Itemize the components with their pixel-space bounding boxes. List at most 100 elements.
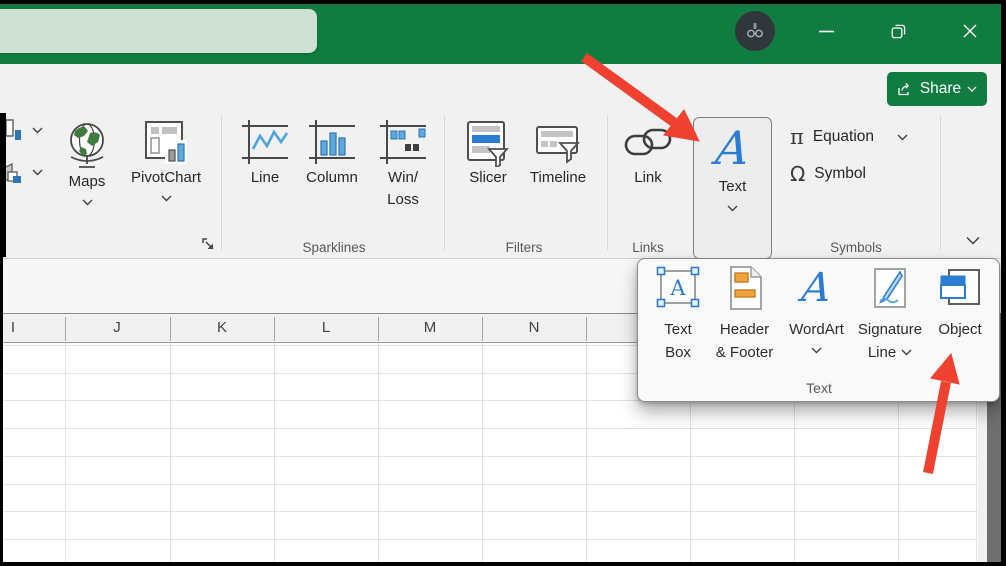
menu-item-label: Text xyxy=(664,321,692,338)
group-divider xyxy=(444,116,445,250)
grid-line-horizontal xyxy=(0,484,978,485)
grid-line-vertical xyxy=(586,343,587,562)
sparkline-line-button[interactable]: Line xyxy=(238,119,292,189)
menu-item-header-footer[interactable]: Header & Footer xyxy=(707,265,782,364)
grid-line-vertical xyxy=(170,343,171,562)
dialog-launcher-icon xyxy=(202,238,214,250)
menu-item-signature-line[interactable]: Signature Line xyxy=(851,265,929,364)
signature-line-icon xyxy=(874,268,906,308)
symbol-button[interactable]: Ω Symbol xyxy=(790,161,910,187)
chevron-down-icon xyxy=(897,134,908,140)
text-button-label: Text xyxy=(718,178,747,195)
window-edge-right xyxy=(1001,0,1006,566)
slicer-label: Slicer xyxy=(469,169,507,186)
glasses-icon xyxy=(747,23,763,38)
link-icon xyxy=(624,128,672,156)
sparkline-line-icon xyxy=(242,120,289,164)
grid-line-horizontal xyxy=(0,456,978,457)
pivotchart-button[interactable]: PivotChart xyxy=(120,119,212,202)
grid-line-vertical xyxy=(482,343,483,562)
sparkline-winloss-icon xyxy=(380,120,426,164)
grid-line-horizontal xyxy=(0,539,978,540)
chevron-down-icon xyxy=(32,127,43,134)
menu-item-label: Line xyxy=(868,341,912,364)
column-header[interactable]: L xyxy=(304,319,348,336)
timeline-icon xyxy=(536,126,580,164)
filters-group-label: Filters xyxy=(505,240,543,255)
slicer-button[interactable]: Slicer xyxy=(461,119,515,189)
menu-item-label: Header xyxy=(719,321,770,338)
menu-item-wordart[interactable]: A WordArt xyxy=(780,265,853,354)
restore-icon xyxy=(891,24,905,38)
minimize-icon xyxy=(818,30,834,32)
sparkline-winloss-button[interactable]: Win/ Loss xyxy=(374,119,432,211)
collapse-ribbon-button[interactable] xyxy=(960,230,986,250)
pivotchart-label: PivotChart xyxy=(130,169,202,186)
sparklines-group-label: Sparklines xyxy=(302,240,366,255)
header-column-divider xyxy=(482,317,483,341)
svg-text:A: A xyxy=(669,276,686,300)
symbol-label: Symbol xyxy=(814,165,866,182)
window-edge-bottom xyxy=(0,562,1006,566)
text-dropdown-menu: A Text Box Header & Footer A WordArt Sig… xyxy=(637,258,1000,402)
menu-item-label: & Footer xyxy=(715,344,774,361)
grid-line-horizontal xyxy=(0,428,978,429)
sparkline-winloss-label-1: Win/ xyxy=(388,169,418,186)
chart-type-button-partial[interactable] xyxy=(0,158,46,188)
close-icon xyxy=(963,24,977,38)
grid-line-horizontal xyxy=(0,511,978,512)
close-button[interactable] xyxy=(952,14,988,48)
chevron-down-icon xyxy=(161,195,171,202)
chevron-down-icon xyxy=(32,169,43,176)
minimize-button[interactable] xyxy=(808,14,844,48)
header-footer-icon xyxy=(729,266,762,310)
group-divider xyxy=(940,116,941,250)
charts-dialog-launcher[interactable] xyxy=(202,238,218,254)
link-label: Link xyxy=(634,169,662,186)
maps-button[interactable]: Maps xyxy=(58,119,116,206)
header-column-divider xyxy=(586,317,587,341)
column-header[interactable]: J xyxy=(95,319,139,336)
account-avatar[interactable] xyxy=(735,11,775,51)
chevron-down-icon xyxy=(82,199,92,206)
grid-line-vertical xyxy=(274,343,275,562)
timeline-button[interactable]: Timeline xyxy=(521,119,595,189)
column-header[interactable]: M xyxy=(408,319,452,336)
chevron-down-icon xyxy=(727,205,738,212)
column-header[interactable]: N xyxy=(512,319,556,336)
menu-item-label: Box xyxy=(665,344,691,361)
menu-item-label: Line xyxy=(867,344,897,361)
menu-item-object[interactable]: Object xyxy=(928,265,992,341)
maps-label: Maps xyxy=(68,173,106,190)
text-box-icon: A xyxy=(656,266,700,308)
chevron-down-icon xyxy=(966,236,980,245)
share-button[interactable]: Share xyxy=(887,72,987,106)
search-input[interactable] xyxy=(0,9,317,53)
header-column-divider xyxy=(378,317,379,341)
chart-type-button-partial[interactable] xyxy=(0,118,46,148)
chevron-down-icon xyxy=(967,86,977,92)
pivotchart-icon xyxy=(145,121,187,164)
column-header[interactable]: I xyxy=(0,319,35,336)
excel-window: Share Maps PivotChart Line Column Win/ L… xyxy=(0,0,1006,566)
chevron-down-icon xyxy=(901,349,912,356)
symbols-group-label: Symbols xyxy=(830,240,882,255)
sparkline-line-label: Line xyxy=(250,169,280,186)
grid-line-vertical xyxy=(378,343,379,562)
group-divider xyxy=(221,116,222,250)
grid-line-vertical xyxy=(65,343,66,562)
link-button[interactable]: Link xyxy=(622,119,674,189)
menu-item-text-box[interactable]: A Text Box xyxy=(648,265,708,364)
timeline-label: Timeline xyxy=(529,169,587,186)
sparkline-column-button[interactable]: Column xyxy=(298,119,366,189)
equation-button[interactable]: π Equation xyxy=(790,124,930,150)
symbol-icon: Ω xyxy=(790,162,806,186)
window-edge-left-wide xyxy=(0,113,6,257)
share-icon xyxy=(898,82,909,95)
window-edge-top xyxy=(0,0,1006,4)
column-header[interactable]: K xyxy=(200,319,244,336)
menu-item-label: Signature xyxy=(857,321,923,338)
restore-button[interactable] xyxy=(880,14,916,48)
text-button[interactable]: A Text xyxy=(693,117,772,259)
wordart-icon: A xyxy=(799,265,834,311)
